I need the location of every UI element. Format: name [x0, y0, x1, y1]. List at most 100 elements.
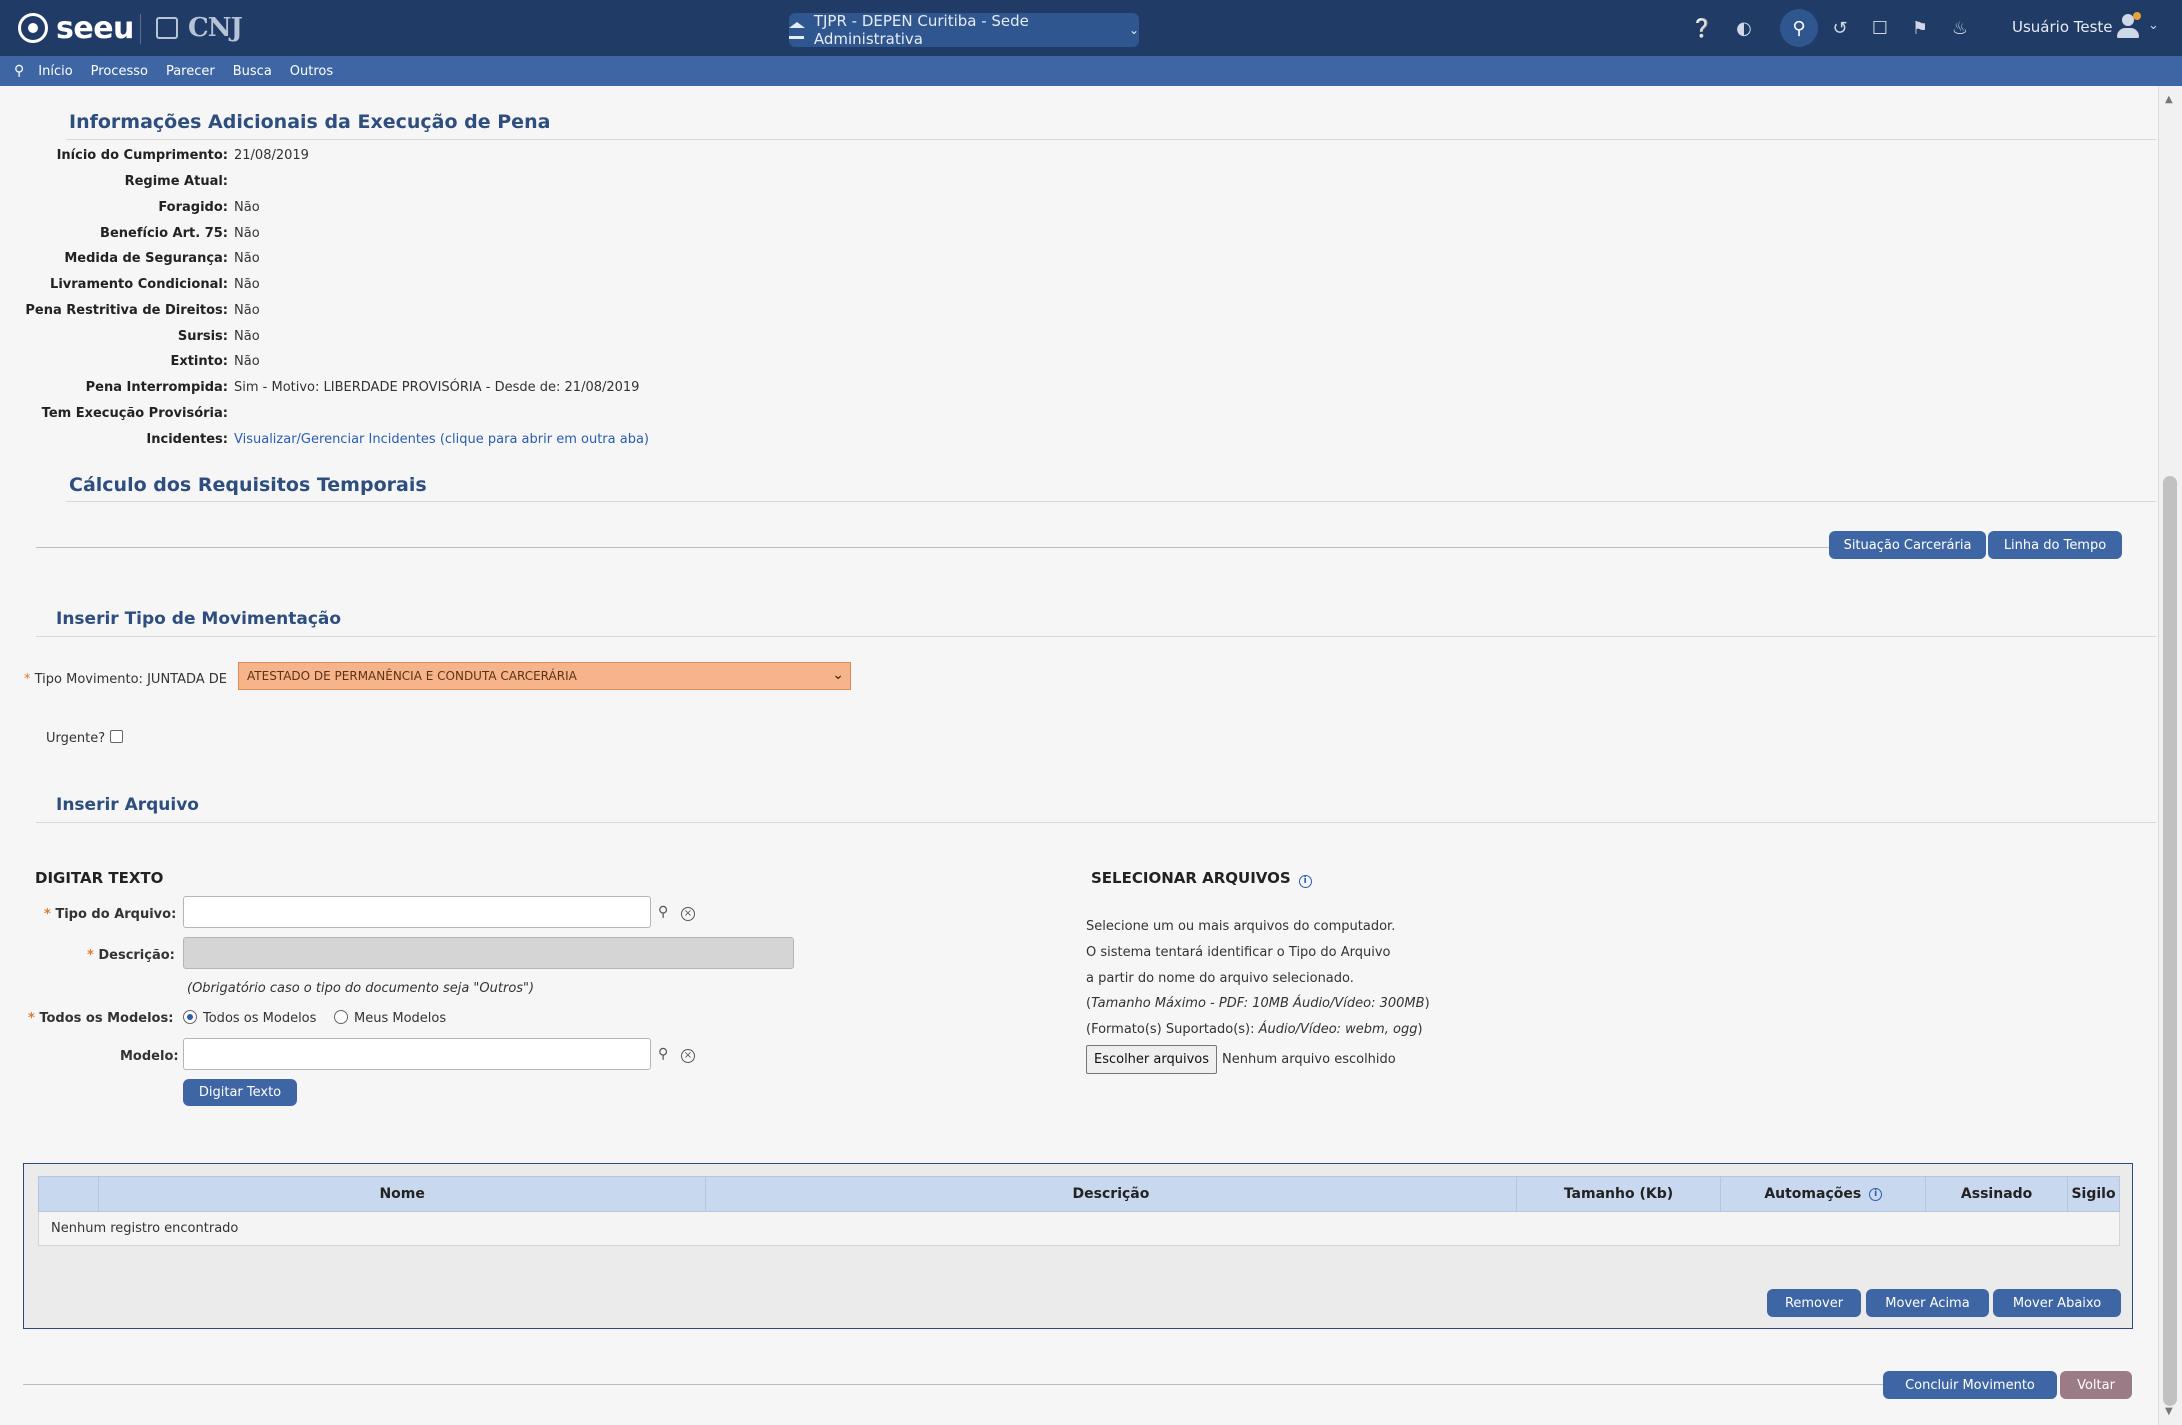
radio-meus-modelos[interactable] [334, 1010, 348, 1024]
radio-todos-modelos[interactable] [183, 1010, 197, 1024]
bookmark-icon[interactable]: ☐ [1866, 14, 1894, 42]
info-label: Regime Atual: [124, 174, 228, 189]
info-value: Não [234, 226, 260, 241]
urgente-checkbox[interactable] [110, 730, 123, 743]
info-row: Pena Interrompida: Sim - Motivo: LIBERDAD… [20, 380, 640, 400]
contrast-icon[interactable]: ◐ [1730, 14, 1758, 42]
user-menu-chevron-icon[interactable]: ⌄ [2148, 18, 2159, 33]
escolher-arquivos-button[interactable]: Escolher arquivos [1086, 1045, 1217, 1074]
info-label: Extinto: [170, 354, 228, 369]
user-avatar-icon[interactable] [2117, 12, 2141, 40]
info-label: Foragido: [158, 200, 228, 215]
info-value: Não [234, 277, 260, 292]
info-row: Pena Restritiva de Direitos: Não [20, 303, 259, 323]
header-tools: ⚲ [1780, 9, 1818, 47]
nav-item-inicio[interactable]: Início [38, 64, 72, 79]
info-row: Incidentes: Visualizar/Gerenciar Incident… [20, 432, 649, 452]
vertical-scrollbar[interactable]: ▲ ▼ [2158, 86, 2182, 1425]
top-bar: seeu CNJ TJPR - DEPEN Curitiba - Sede Ad… [0, 0, 2182, 56]
modelo-input[interactable] [183, 1038, 651, 1070]
info-row: Extinto: Não [20, 354, 259, 374]
user-name[interactable]: Usuário Teste [2012, 18, 2113, 36]
info-label: Incidentes: [146, 432, 228, 447]
column-header-sigilo[interactable]: Sigilo [2068, 1177, 2119, 1211]
chevron-down-icon: ⌄ [832, 667, 844, 683]
concluir-movimento-button[interactable]: Concluir Movimento [1883, 1371, 2057, 1399]
table-empty-row: Nenhum registro encontrado [38, 1212, 2120, 1246]
info-row: Regime Atual: [20, 174, 234, 194]
nav-item-busca[interactable]: Busca [233, 64, 272, 79]
info-label: Pena Restritiva de Direitos: [25, 303, 228, 318]
mov-section-title: Inserir Tipo de Movimentação [56, 609, 342, 629]
search-icon[interactable]: ⚲ [658, 904, 668, 920]
column-header-nome[interactable]: Nome [99, 1177, 707, 1211]
info-value: Sim - Motivo: LIBERDADE PROVISÓRIA - Des… [234, 380, 640, 395]
descricao-label: * Descrição: [87, 948, 175, 963]
selecionar-arquivos-heading: SELECIONAR ARQUIVOS i [1091, 869, 1312, 888]
empty-message: Nenhum registro encontrado [51, 1221, 239, 1236]
selecionar-line-1: Selecione um ou mais arquivos do computa… [1086, 919, 1396, 934]
incidentes-link[interactable]: Visualizar/Gerenciar Incidentes (clique … [234, 432, 649, 452]
info-label: Medida de Segurança: [64, 251, 228, 266]
tipo-movimento-select[interactable]: ATESTADO DE PERMANÊNCIA E CONDUTA CARCER… [238, 662, 851, 690]
chevron-down-icon: ⌄ [1128, 23, 1139, 37]
brand-name: seeu [56, 10, 134, 46]
column-header-automacoes[interactable]: Automações i [1721, 1177, 1927, 1211]
radio-meus-modelos-label[interactable]: Meus Modelos [354, 1011, 446, 1026]
column-header-tamanho[interactable]: Tamanho (Kb) [1517, 1177, 1722, 1211]
clear-icon[interactable]: × [681, 1049, 695, 1063]
header-actions: ❔ ◐ [1688, 14, 1758, 42]
header-tools-2: ↺ ☐ ⚑ ♨ [1826, 14, 1974, 42]
column-header-select [39, 1177, 99, 1211]
cnj-box-icon [156, 17, 178, 39]
bell-icon[interactable]: ♨ [1946, 14, 1974, 42]
info-label: Livramento Condicional: [50, 277, 228, 292]
tipo-arquivo-label: * Tipo do Arquivo: [44, 907, 177, 922]
digitar-texto-button[interactable]: Digitar Texto [183, 1079, 297, 1106]
remover-button[interactable]: Remover [1767, 1289, 1861, 1317]
info-row: Início do Cumprimento: 21/08/2019 [20, 148, 309, 168]
info-icon[interactable]: i [1869, 1187, 1883, 1201]
cnj-text: CNJ [188, 13, 243, 43]
scrollbar-thumb[interactable] [2163, 476, 2177, 1406]
divider [66, 139, 2156, 140]
nav-item-outros[interactable]: Outros [290, 64, 333, 79]
column-header-assinado[interactable]: Assinado [1926, 1177, 2069, 1211]
descricao-input[interactable] [183, 937, 794, 969]
search-icon[interactable]: ⚲ [1780, 9, 1818, 47]
mover-acima-button[interactable]: Mover Acima [1866, 1289, 1989, 1317]
history-icon[interactable]: ↺ [1826, 14, 1854, 42]
info-label: Pena Interrompida: [85, 380, 228, 395]
selecionar-line-5: (Formato(s) Suportado(s): Áudio/Vídeo: w… [1086, 1022, 1423, 1037]
info-value: Não [234, 329, 260, 344]
info-label: Sursis: [177, 329, 228, 344]
court-selector[interactable]: TJPR - DEPEN Curitiba - Sede Administrat… [789, 12, 1139, 48]
tipo-arquivo-input[interactable] [183, 896, 651, 928]
clear-icon[interactable]: × [681, 907, 695, 921]
info-icon[interactable]: i [1298, 875, 1312, 888]
calc-section-title: Cálculo dos Requisitos Temporais [69, 474, 427, 496]
scroll-down-icon[interactable]: ▼ [2165, 1406, 2173, 1417]
seeu-logo-icon [18, 13, 48, 43]
help-icon[interactable]: ❔ [1688, 14, 1716, 42]
scroll-up-icon[interactable]: ▲ [2165, 94, 2173, 105]
situacao-carceraria-button[interactable]: Situação Carcerária [1829, 531, 1986, 559]
column-header-descricao[interactable]: Descrição [706, 1177, 1517, 1211]
voltar-button[interactable]: Voltar [2060, 1371, 2132, 1399]
digitar-texto-heading: DIGITAR TEXTO [35, 869, 164, 887]
selecionar-line-4: (Tamanho Máximo - PDF: 10MB Áudio/Vídeo:… [1086, 996, 1430, 1011]
mover-abaixo-button[interactable]: Mover Abaixo [1993, 1289, 2121, 1317]
nav-item-processo[interactable]: Processo [91, 64, 148, 79]
radio-todos-modelos-label[interactable]: Todos os Modelos [203, 1011, 316, 1026]
seeu-logo[interactable]: seeu [18, 10, 134, 46]
search-icon[interactable]: ⚲ [658, 1046, 668, 1062]
file-section-title: Inserir Arquivo [56, 795, 199, 815]
divider [36, 547, 1832, 548]
nav-item-parecer[interactable]: Parecer [166, 64, 215, 79]
tag-icon[interactable]: ⚑ [1906, 14, 1934, 42]
linha-do-tempo-button[interactable]: Linha do Tempo [1988, 531, 2122, 559]
nav-search-icon[interactable]: ⚲ [14, 63, 24, 79]
nav-bar: ⚲ Início Processo Parecer Busca Outros [0, 56, 2182, 86]
descricao-hint: (Obrigatório caso o tipo do documento se… [187, 981, 535, 996]
tipo-movimento-value: ATESTADO DE PERMANÊNCIA E CONDUTA CARCER… [247, 669, 577, 683]
